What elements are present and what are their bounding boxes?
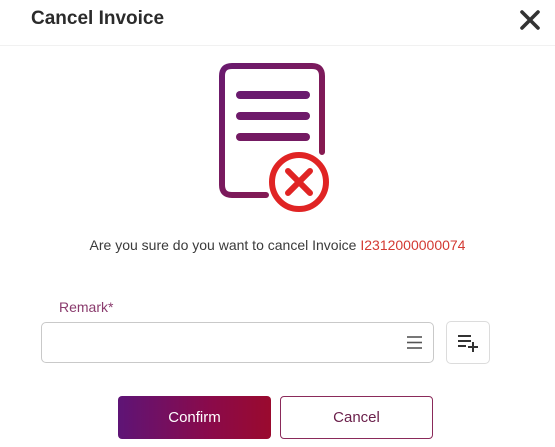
confirmation-message: Are you sure do you want to cancel Invoi…: [0, 237, 555, 253]
close-icon: [520, 10, 540, 30]
list-icon[interactable]: [406, 335, 423, 350]
document-cancel-icon: [219, 63, 330, 213]
message-text: Are you sure do you want to cancel Invoi…: [89, 237, 361, 253]
remark-label: Remark*: [59, 299, 114, 315]
invoice-number: I2312000000074: [360, 237, 466, 253]
playlist-add-icon: [458, 335, 478, 352]
close-button[interactable]: [517, 7, 543, 33]
remark-field[interactable]: [41, 322, 434, 363]
remark-input[interactable]: [52, 331, 396, 357]
cancel-button[interactable]: Cancel: [280, 396, 433, 439]
dialog-header: Cancel Invoice: [0, 0, 555, 46]
confirm-button[interactable]: Confirm: [118, 396, 271, 439]
dialog-title: Cancel Invoice: [31, 8, 165, 29]
cancel-invoice-dialog: Cancel Invoice Are you sure do you want …: [0, 0, 555, 447]
add-remark-button[interactable]: [446, 321, 490, 364]
